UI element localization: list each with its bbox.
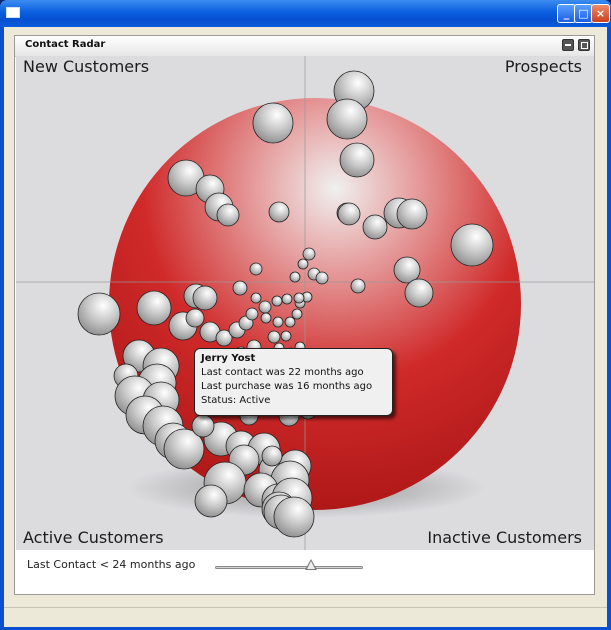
filter-bar: Last Contact < 24 months ago bbox=[15, 550, 594, 594]
close-icon[interactable]: × bbox=[591, 4, 610, 23]
contact-bubble[interactable] bbox=[261, 445, 283, 467]
contact-bubble[interactable] bbox=[280, 330, 292, 342]
contact-bubble[interactable] bbox=[252, 102, 294, 144]
contact-bubble[interactable] bbox=[293, 292, 305, 304]
contact-bubble[interactable] bbox=[337, 202, 361, 226]
contact-bubble[interactable] bbox=[302, 247, 316, 261]
contact-radar-view[interactable]: New Customers Prospects Active Customers… bbox=[16, 56, 594, 550]
panel-minimize-icon[interactable] bbox=[562, 39, 574, 51]
contact-bubble[interactable] bbox=[350, 278, 366, 294]
last-contact-slider-thumb[interactable] bbox=[305, 559, 318, 570]
app-window-icon bbox=[6, 7, 20, 18]
contact-bubble[interactable] bbox=[191, 414, 215, 438]
contact-bubble[interactable] bbox=[326, 98, 368, 140]
contact-bubble[interactable] bbox=[192, 285, 218, 311]
contact-bubble[interactable] bbox=[297, 258, 309, 270]
quadrant-label-prospects: Prospects bbox=[504, 57, 582, 76]
last-contact-slider-track[interactable] bbox=[215, 566, 363, 569]
contact-bubble[interactable] bbox=[268, 201, 290, 223]
tooltip-last-purchase: Last purchase was 16 months ago bbox=[201, 381, 373, 392]
tooltip-status: Status: Active bbox=[201, 395, 271, 406]
quadrant-label-inactive-customers: Inactive Customers bbox=[427, 528, 582, 547]
contact-bubble[interactable] bbox=[281, 293, 293, 305]
contact-bubble[interactable] bbox=[284, 316, 296, 328]
panel-header: Contact Radar bbox=[15, 36, 594, 57]
contact-bubble[interactable] bbox=[250, 292, 262, 304]
window-border-right bbox=[607, 27, 611, 630]
contact-bubble[interactable] bbox=[194, 484, 228, 518]
contact-bubble[interactable] bbox=[260, 312, 272, 324]
contact-bubble[interactable] bbox=[77, 292, 121, 336]
contact-bubble[interactable] bbox=[339, 142, 375, 178]
contact-bubble[interactable] bbox=[396, 198, 428, 230]
contact-radar-panel: Contact Radar New Customers Prospects Ac… bbox=[14, 35, 595, 595]
contact-bubble[interactable] bbox=[289, 271, 301, 283]
contact-bubble[interactable] bbox=[267, 330, 281, 344]
tooltip-last-contact: Last contact was 22 months ago bbox=[201, 367, 364, 378]
contact-bubble[interactable] bbox=[232, 280, 248, 296]
contact-bubble[interactable] bbox=[249, 262, 263, 276]
window-title-bar[interactable]: _ □ × bbox=[0, 0, 611, 27]
contact-bubble[interactable] bbox=[362, 214, 388, 240]
radar-canvas[interactable] bbox=[16, 56, 594, 550]
contact-bubble[interactable] bbox=[315, 271, 329, 285]
last-contact-filter-label: Last Contact < 24 months ago bbox=[27, 558, 196, 571]
panel-title: Contact Radar bbox=[25, 39, 106, 50]
contact-bubble[interactable] bbox=[258, 300, 272, 314]
contact-bubble[interactable] bbox=[272, 316, 284, 328]
contact-bubble[interactable] bbox=[450, 223, 494, 267]
contact-bubble[interactable] bbox=[245, 307, 259, 321]
window-status-strip bbox=[4, 607, 607, 627]
contact-bubble[interactable] bbox=[136, 290, 172, 326]
window-client-area: Contact Radar New Customers Prospects Ac… bbox=[4, 27, 607, 627]
tooltip-contact-name: Jerry Yost bbox=[201, 353, 256, 364]
contact-bubble[interactable] bbox=[273, 496, 315, 538]
contact-bubble[interactable] bbox=[271, 295, 283, 307]
contact-bubble[interactable] bbox=[185, 308, 205, 328]
quadrant-label-new-customers: New Customers bbox=[23, 57, 150, 76]
quadrant-label-active-customers: Active Customers bbox=[23, 528, 164, 547]
contact-tooltip: Jerry Yost Last contact was 22 months ag… bbox=[194, 348, 393, 416]
contact-bubble[interactable] bbox=[404, 278, 434, 308]
contact-bubble[interactable] bbox=[216, 203, 240, 227]
contact-bubble[interactable] bbox=[291, 308, 303, 320]
panel-maximize-icon[interactable] bbox=[578, 39, 590, 51]
